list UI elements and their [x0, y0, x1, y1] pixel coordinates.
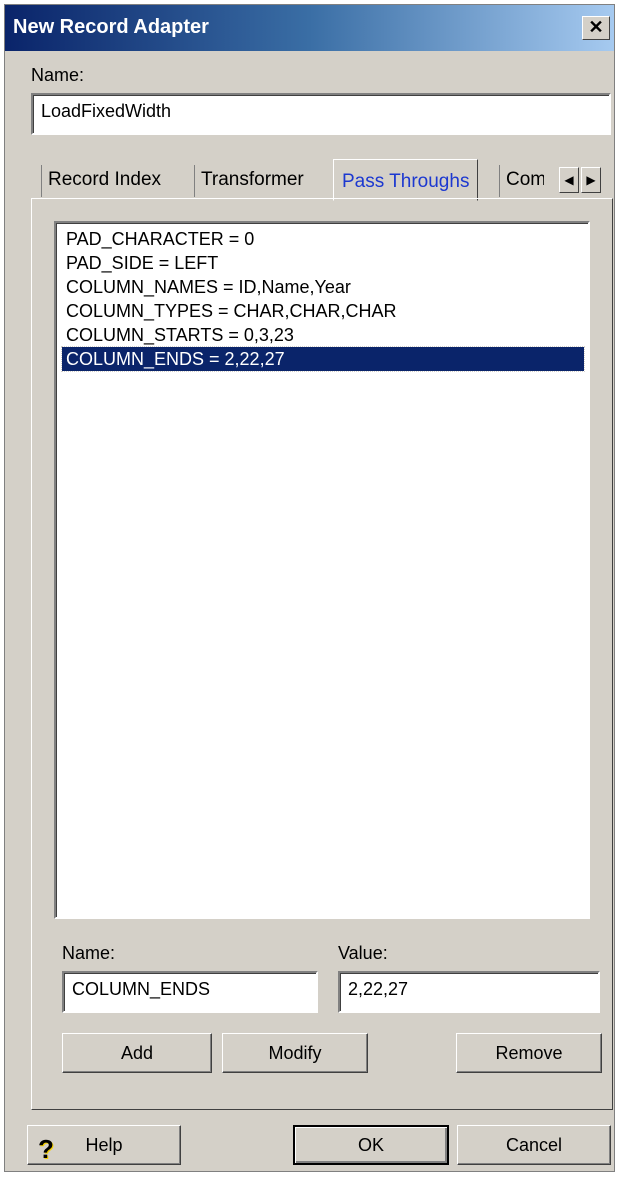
help-button[interactable]: ? Help: [27, 1125, 181, 1165]
cancel-button[interactable]: Cancel: [457, 1125, 611, 1165]
list-item[interactable]: COLUMN_STARTS = 0,3,23: [62, 323, 294, 347]
tab-scroll-right-button[interactable]: ▶: [581, 167, 601, 193]
param-name-label: Name:: [62, 943, 116, 963]
tab-com[interactable]: Com: [499, 165, 544, 197]
param-value-input[interactable]: 2,22,27: [338, 971, 600, 1013]
tab-record-index[interactable]: Record Index: [41, 165, 161, 197]
tab-transformer[interactable]: Transformer: [194, 165, 304, 197]
tab-scroll-left-button[interactable]: ◀: [559, 167, 579, 193]
arrow-right-icon: ▶: [586, 173, 596, 187]
remove-button[interactable]: Remove: [456, 1033, 602, 1073]
close-button[interactable]: ✕: [582, 16, 610, 40]
tab-strip: Record Index Transformer Pass Throughs C…: [33, 159, 617, 201]
help-icon: ?: [38, 1134, 54, 1164]
add-button[interactable]: Add: [62, 1033, 212, 1073]
list-item[interactable]: COLUMN_NAMES = ID,Name,Year: [62, 275, 351, 299]
dialog-window: New Record Adapter ✕ Name: LoadFixedWidt…: [4, 4, 615, 1172]
help-label: Help: [85, 1135, 123, 1155]
list-item[interactable]: PAD_CHARACTER = 0: [62, 227, 254, 251]
param-name-input[interactable]: COLUMN_ENDS: [62, 971, 318, 1013]
arrow-left-icon: ◀: [564, 173, 574, 187]
close-icon: ✕: [588, 17, 604, 37]
pass-through-list[interactable]: PAD_CHARACTER = 0 PAD_SIDE = LEFT COLUMN…: [54, 221, 590, 919]
window-title: New Record Adapter: [13, 16, 209, 38]
tab-pass-throughs[interactable]: Pass Throughs: [333, 159, 479, 201]
title-bar[interactable]: New Record Adapter ✕: [5, 5, 614, 51]
record-name-input[interactable]: LoadFixedWidth: [31, 93, 611, 135]
list-item[interactable]: COLUMN_TYPES = CHAR,CHAR,CHAR: [62, 299, 397, 323]
modify-button[interactable]: Modify: [222, 1033, 368, 1073]
ok-button[interactable]: OK: [293, 1125, 449, 1165]
name-label: Name:: [31, 65, 85, 85]
list-item-selected[interactable]: COLUMN_ENDS = 2,22,27: [61, 346, 585, 372]
list-item[interactable]: PAD_SIDE = LEFT: [62, 251, 218, 275]
pass-throughs-panel: PAD_CHARACTER = 0 PAD_SIDE = LEFT COLUMN…: [31, 198, 613, 1110]
param-value-label: Value:: [338, 943, 388, 963]
